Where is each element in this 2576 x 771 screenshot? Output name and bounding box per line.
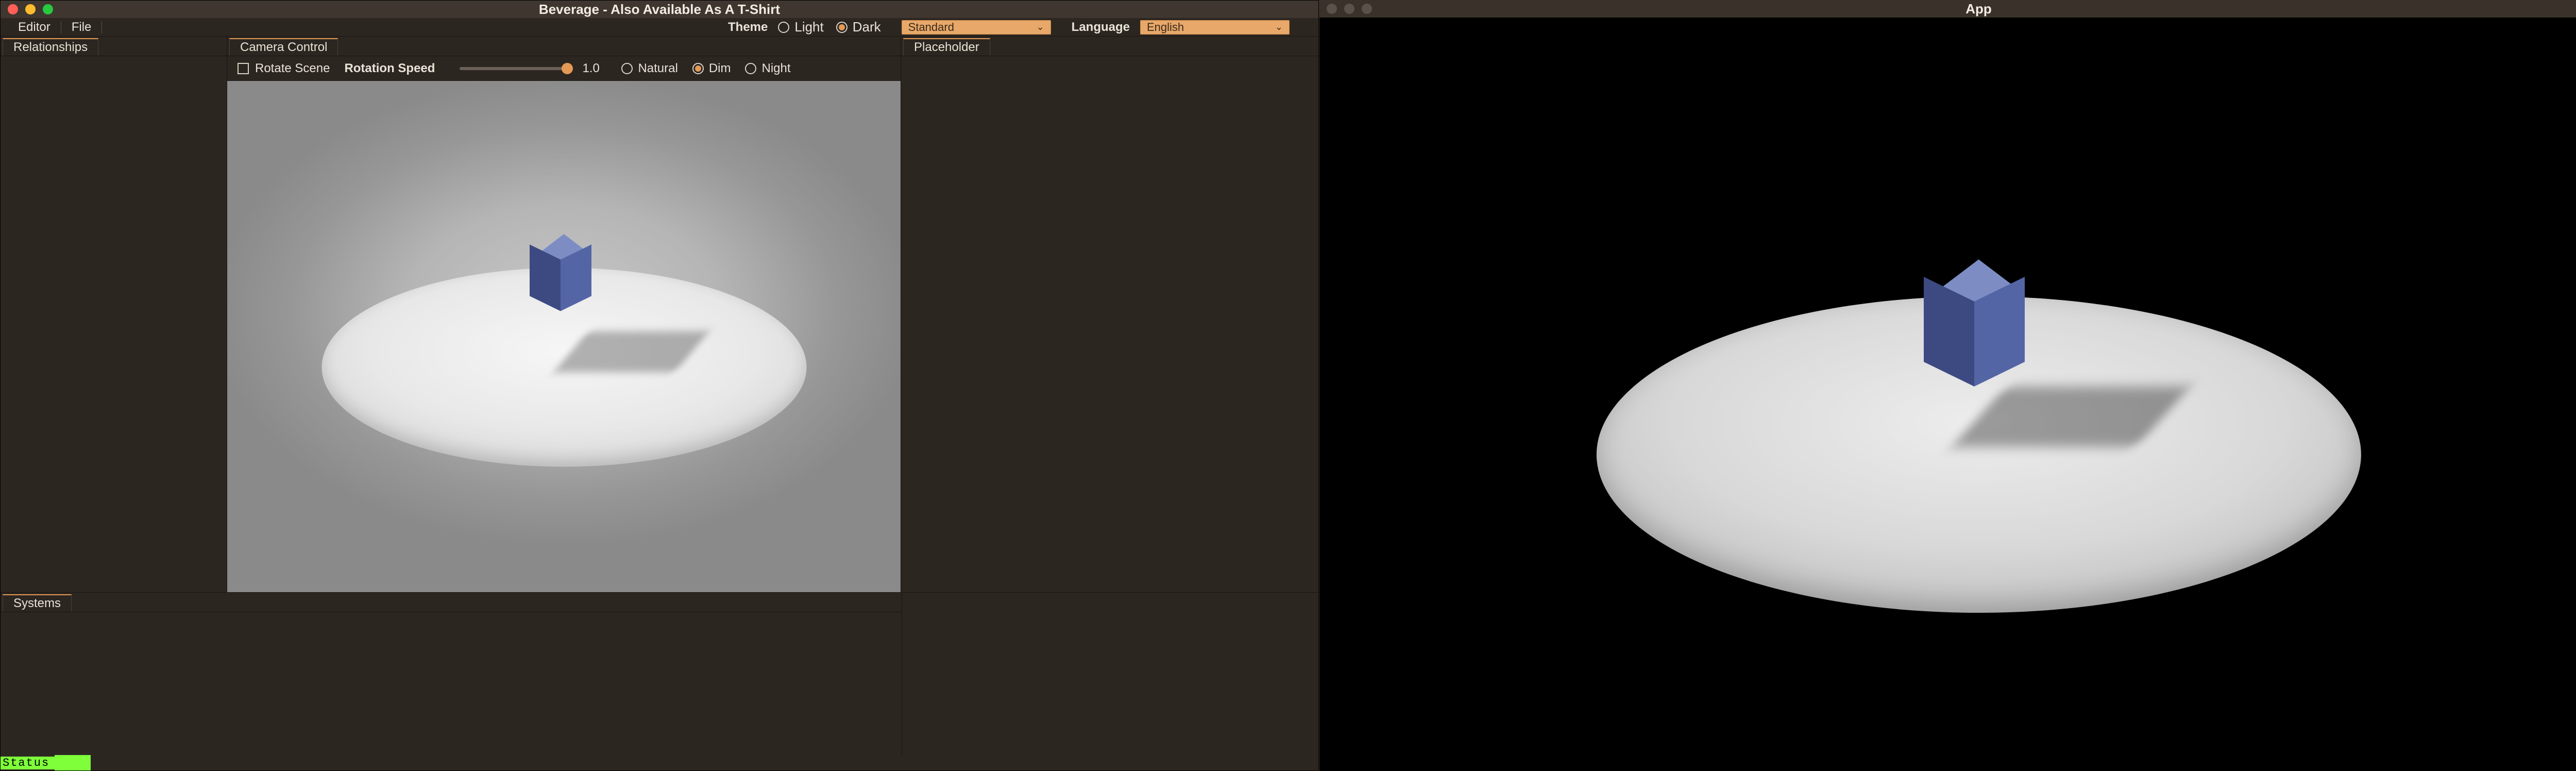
slider-thumb-icon[interactable]: [562, 63, 573, 74]
radio-icon: [778, 22, 789, 33]
systems-tabstrip: Systems: [1, 593, 902, 612]
menu-file[interactable]: File: [62, 18, 101, 36]
placeholder-body: [901, 56, 1318, 592]
scene-viewport[interactable]: [227, 81, 901, 592]
rotation-speed-value: 1.0: [582, 61, 607, 76]
lighting-natural-label: Natural: [638, 61, 677, 76]
tab-relationships[interactable]: Relationships: [3, 38, 98, 56]
tab-systems[interactable]: Systems: [3, 594, 72, 612]
zoom-icon[interactable]: [43, 4, 53, 14]
status-bar: Status: [1, 755, 1318, 770]
bottom-panels: Systems: [1, 592, 1318, 755]
window-title: Beverage - Also Available As A T-Shirt: [1, 2, 1318, 18]
editor-window: Beverage - Also Available As A T-Shirt E…: [0, 0, 1319, 771]
camera-tabstrip: Camera Control: [227, 37, 901, 56]
theme-dropdown[interactable]: Standard ⌄: [902, 20, 1051, 35]
app-window: App: [1319, 0, 2576, 771]
scene-cube: [523, 234, 605, 316]
checkbox-icon: [238, 63, 249, 74]
app-scene-viewport[interactable]: [1319, 18, 2576, 771]
systems-body: [1, 612, 902, 755]
window-title: App: [1319, 1, 2576, 17]
status-fill: [55, 755, 91, 770]
language-label: Language: [1072, 20, 1130, 35]
close-icon[interactable]: [1327, 4, 1337, 14]
lighting-night-label: Night: [761, 61, 790, 76]
close-icon[interactable]: [8, 4, 18, 14]
theme-dark-radio[interactable]: Dark: [836, 19, 881, 35]
language-dropdown[interactable]: English ⌄: [1140, 20, 1290, 35]
traffic-lights: [8, 4, 53, 14]
language-dropdown-value: English: [1147, 21, 1184, 34]
radio-icon: [692, 63, 704, 74]
zoom-icon[interactable]: [1362, 4, 1372, 14]
lighting-dim-radio[interactable]: Dim: [692, 61, 731, 76]
theme-light-label: Light: [794, 19, 823, 35]
chevron-down-icon: ⌄: [1275, 22, 1283, 32]
radio-icon: [745, 63, 756, 74]
titlebar-right[interactable]: App: [1319, 0, 2576, 18]
rotation-speed-slider[interactable]: [460, 67, 568, 70]
systems-panel: Systems: [1, 593, 902, 755]
status-text: Status: [1, 757, 55, 769]
rotate-scene-label: Rotate Scene: [255, 61, 330, 76]
tab-placeholder[interactable]: Placeholder: [903, 38, 990, 56]
camera-controls-bar: Rotate Scene Rotation Speed 1.0 Natural …: [227, 56, 901, 81]
relationships-tabstrip: Relationships: [1, 37, 227, 56]
titlebar-left[interactable]: Beverage - Also Available As A T-Shirt: [1, 1, 1318, 18]
workspace: Relationships Camera Control Rotate Scen…: [1, 37, 1318, 592]
relationships-panel: Relationships: [1, 37, 227, 592]
rotate-scene-checkbox[interactable]: Rotate Scene: [238, 61, 330, 76]
menu-editor[interactable]: Editor: [9, 18, 60, 36]
tab-camera-control[interactable]: Camera Control: [229, 38, 338, 56]
radio-icon: [621, 63, 633, 74]
menubar: Editor File Theme Light Dark Standard ⌄ …: [1, 18, 1318, 37]
relationships-body: [1, 56, 227, 592]
lighting-natural-radio[interactable]: Natural: [621, 61, 677, 76]
traffic-lights: [1327, 4, 1372, 14]
scene-cube: [1912, 259, 2046, 393]
bottom-right-panel: [902, 593, 1318, 755]
menu-separator: [101, 21, 102, 33]
theme-label: Theme: [728, 20, 768, 35]
camera-panel: Camera Control Rotate Scene Rotation Spe…: [227, 37, 901, 592]
theme-dark-label: Dark: [853, 19, 881, 35]
rotation-speed-label: Rotation Speed: [344, 61, 435, 76]
theme-light-radio[interactable]: Light: [778, 19, 823, 35]
lighting-dim-label: Dim: [709, 61, 731, 76]
chevron-down-icon: ⌄: [1037, 22, 1044, 32]
placeholder-tabstrip: Placeholder: [901, 37, 1318, 56]
minimize-icon[interactable]: [1344, 4, 1354, 14]
placeholder-panel: Placeholder: [901, 37, 1318, 592]
theme-radio-group: Light Dark: [778, 19, 880, 35]
lighting-night-radio[interactable]: Night: [745, 61, 790, 76]
theme-dropdown-value: Standard: [908, 21, 954, 34]
scene-background: [227, 81, 901, 592]
radio-icon: [836, 22, 848, 33]
minimize-icon[interactable]: [25, 4, 36, 14]
